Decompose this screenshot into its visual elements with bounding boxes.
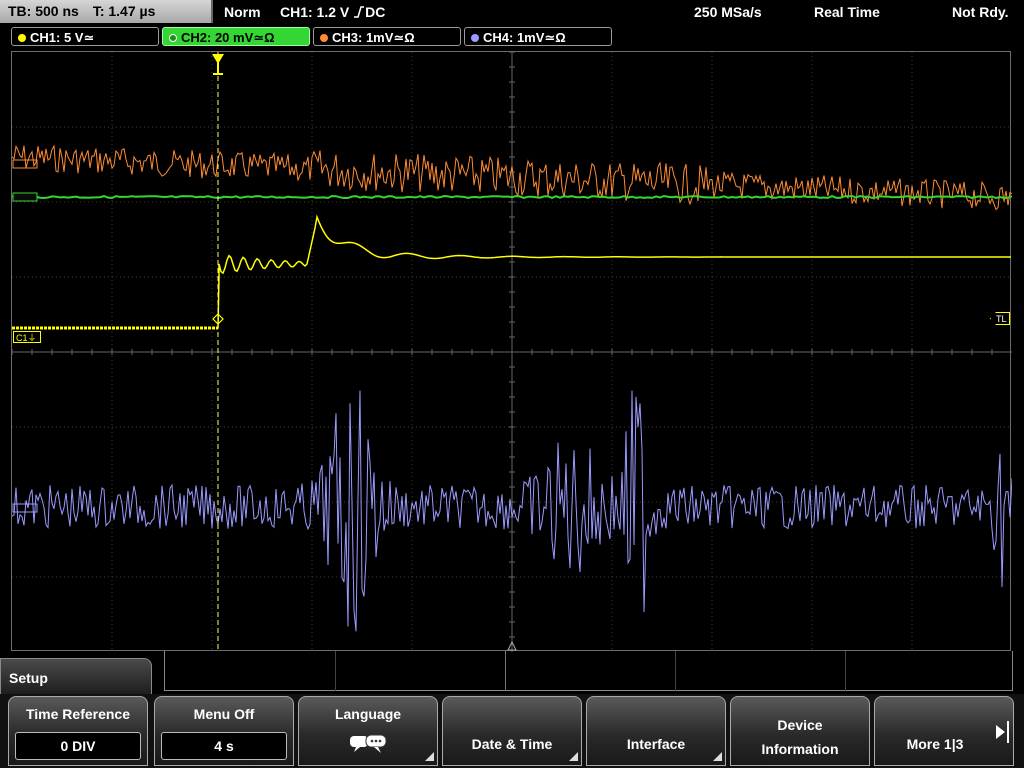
menu-off-softkey[interactable]: Menu Off 4 s (154, 696, 294, 766)
channel-3-button[interactable]: CH3: 1mV≃Ω (313, 27, 461, 46)
ch1-color-dot (18, 34, 26, 42)
menu-title: Setup (9, 670, 48, 686)
trigger-source: CH1: 1.2 V (280, 4, 350, 20)
acquisition-state: Not Rdy. (952, 4, 1009, 20)
submenu-indicator-icon (425, 752, 434, 761)
trigger-level-label: TL (996, 314, 1007, 324)
device-information-line1: Device (777, 717, 823, 733)
submenu-indicator-icon (569, 752, 578, 761)
channel-2-button[interactable]: CH2: 20 mV≃Ω (162, 27, 310, 46)
menu-off-label: Menu Off (193, 706, 255, 722)
trigger-source-readout[interactable]: CH1: 1.2 V DC (280, 0, 385, 26)
interface-label: Interface (626, 736, 686, 752)
trigger-mode[interactable]: Norm (224, 0, 261, 24)
time-reference-label: Time Reference (25, 706, 130, 722)
ch1-ground-marker[interactable]: C1⏚ (13, 331, 41, 343)
date-time-label: Date & Time (471, 736, 553, 752)
speech-bubble-icon (350, 734, 387, 753)
next-page-bar-icon (1007, 721, 1009, 743)
acquisition-mode[interactable]: Real Time (814, 0, 880, 24)
menu-off-value: 4 s (161, 732, 287, 760)
ch2-trace (12, 194, 1012, 200)
next-page-arrow-icon (996, 725, 1005, 739)
ch2-label: CH2: 20 mV≃Ω (181, 30, 275, 45)
trigger-time-value: T: 1.47 µs (92, 3, 156, 19)
ch3-color-dot (320, 34, 328, 42)
submenu-indicator-icon (713, 752, 722, 761)
interface-softkey[interactable]: Interface (586, 696, 726, 766)
trigger-position-marker-icon[interactable] (212, 54, 224, 75)
more-label: More 1|3 (906, 736, 964, 752)
softkey-bar: Time Reference 0 DIV Menu Off 4 s Langua… (0, 694, 1024, 768)
time-reference-value: 0 DIV (15, 732, 141, 760)
waveform-canvas (12, 52, 1012, 652)
language-softkey[interactable]: Language (298, 696, 438, 766)
timebase-value: TB: 500 ns (8, 3, 79, 19)
status-bar: TB: 500 ns T: 1.47 µs Norm CH1: 1.2 V DC … (0, 0, 1024, 24)
rising-edge-icon (353, 2, 365, 26)
menu-title-tab: Setup (0, 658, 152, 696)
ch4-label: CH4: 1mV≃Ω (483, 30, 566, 45)
date-time-softkey[interactable]: Date & Time (442, 696, 582, 766)
language-label: Language (334, 706, 402, 722)
ch1-trace (217, 214, 1011, 329)
more-softkey[interactable]: More 1|3 (874, 696, 1014, 766)
device-information-label: Device Information (731, 713, 869, 761)
sample-rate: 250 MSa/s (694, 4, 762, 20)
ch4-color-dot (471, 34, 479, 42)
channel-bar: CH1: 5 V≃ CH2: 20 mV≃Ω CH3: 1mV≃Ω CH4: 1… (0, 24, 1024, 50)
graticule (12, 52, 1012, 652)
device-information-softkey[interactable]: Device Information (730, 696, 870, 766)
device-information-line2: Information (761, 741, 839, 757)
channel-1-button[interactable]: CH1: 5 V≃ (11, 27, 159, 46)
zoom-strip (164, 651, 1013, 691)
waveform-display[interactable]: C1⏚ TL (11, 51, 1012, 652)
ch1-label: CH1: 5 V≃ (30, 30, 95, 45)
time-reference-softkey[interactable]: Time Reference 0 DIV (8, 696, 148, 766)
ch2-offset-marker-icon[interactable] (12, 192, 38, 202)
ch1-ground-label: C1⏚ (16, 333, 37, 343)
ch2-color-dot (169, 34, 177, 42)
channel-4-button[interactable]: CH4: 1mV≃Ω (464, 27, 612, 46)
timebase-readout[interactable]: TB: 500 ns T: 1.47 µs (0, 0, 213, 23)
ch3-label: CH3: 1mV≃Ω (332, 30, 415, 45)
trigger-coupling: DC (365, 4, 386, 20)
